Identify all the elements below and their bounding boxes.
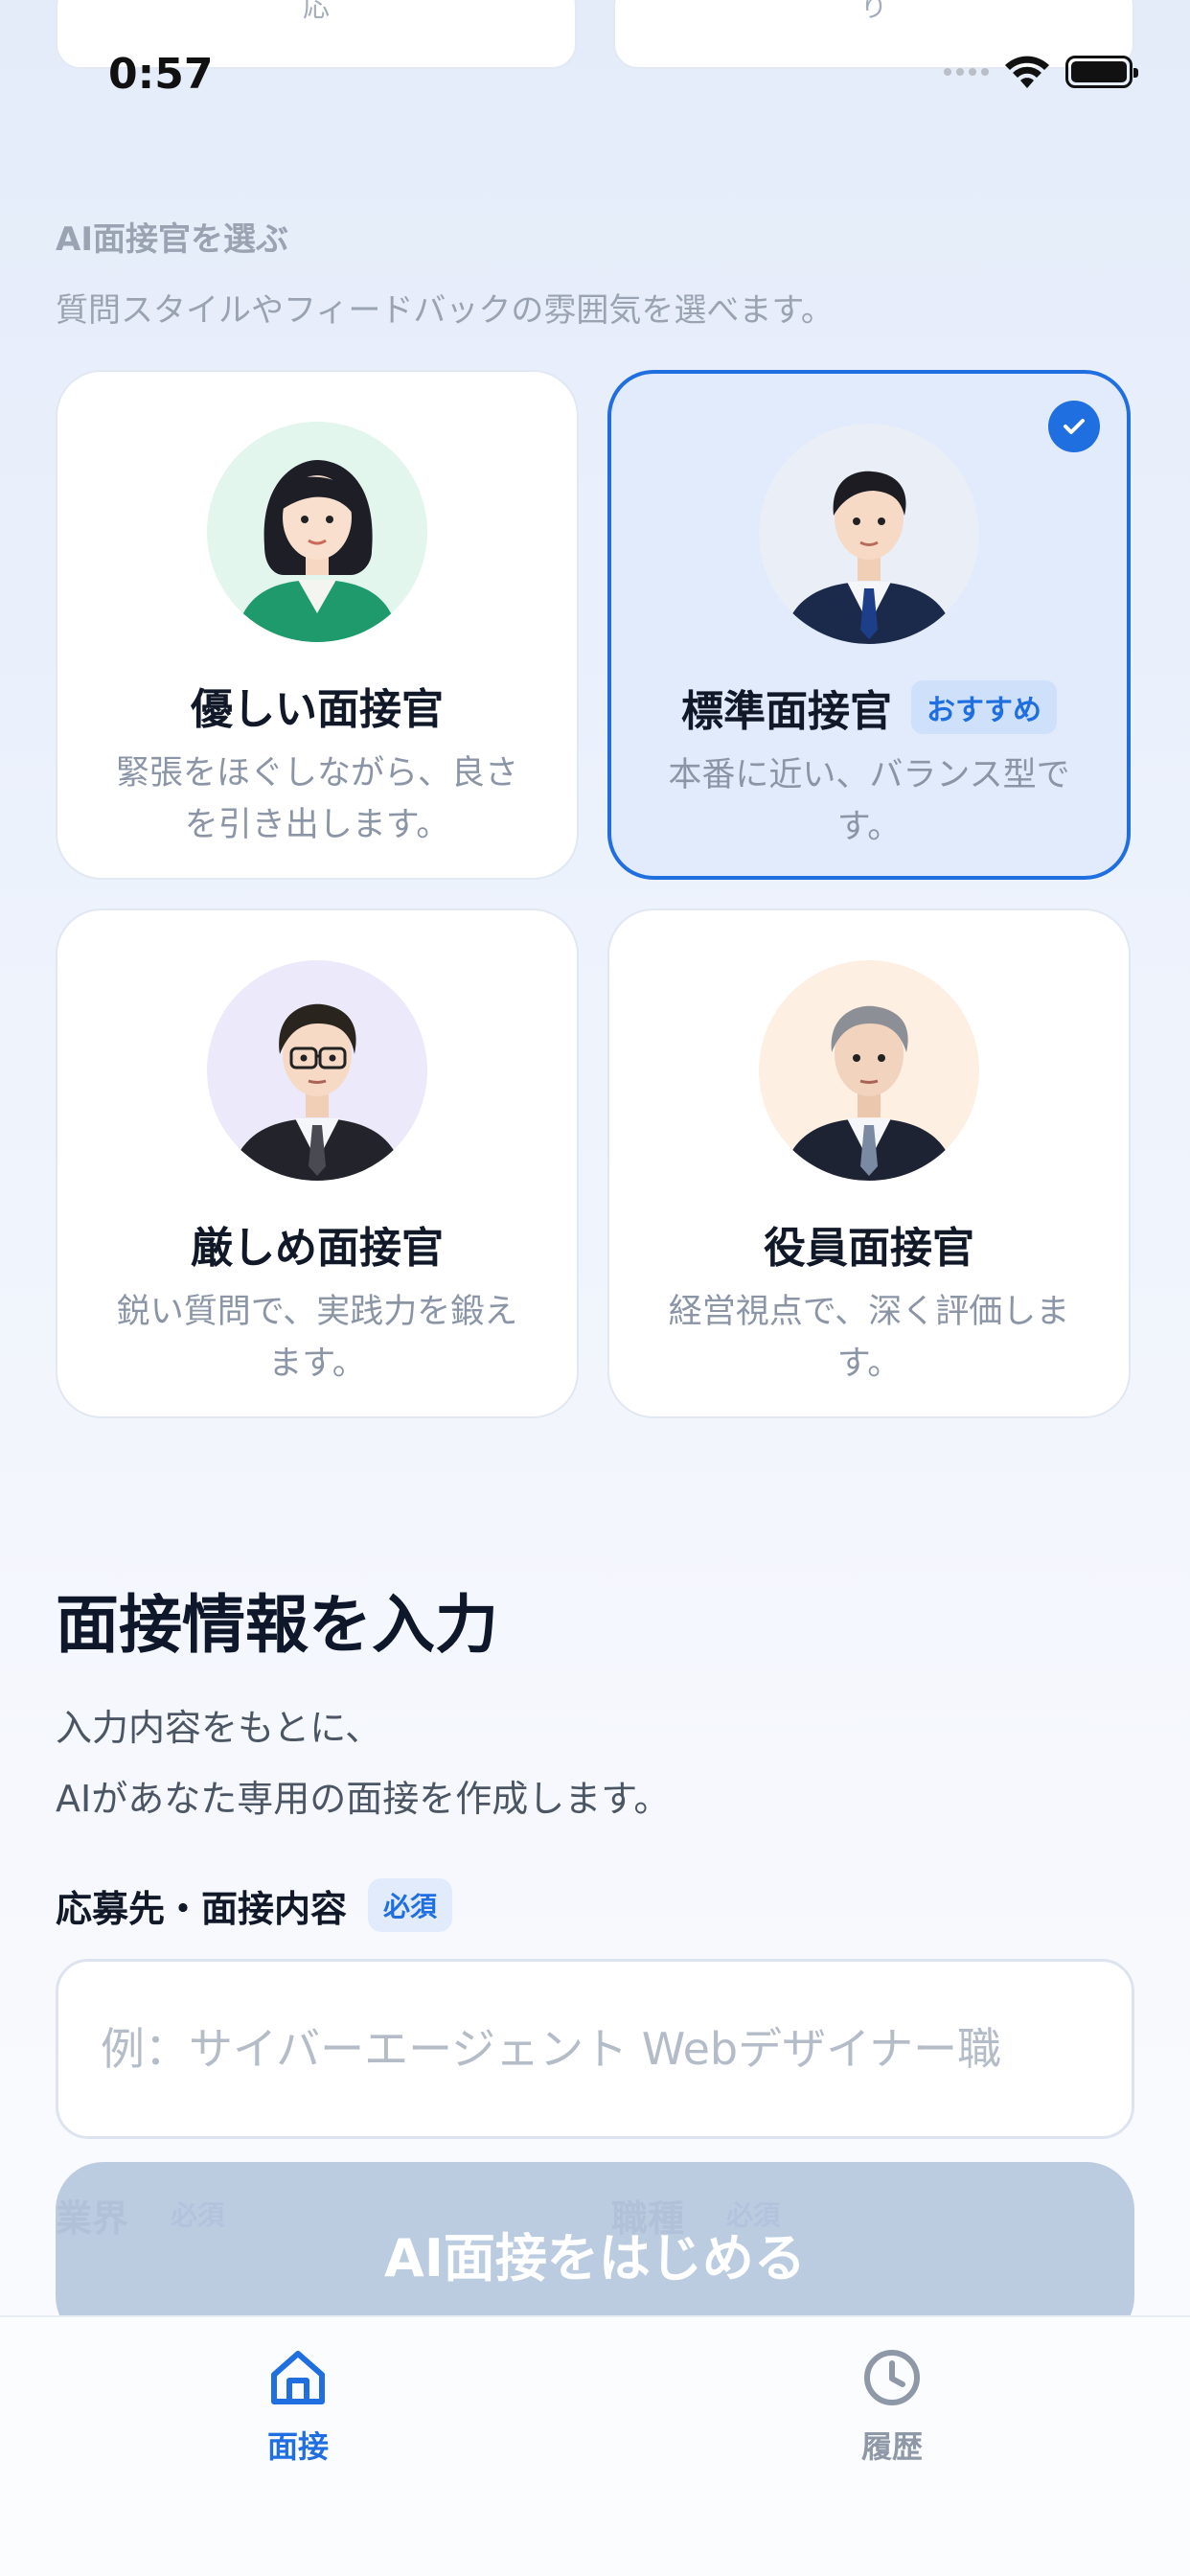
required-badge: 必須 [368, 1878, 453, 1932]
standard-man-avatar [759, 424, 979, 644]
selected-check-icon [1048, 401, 1100, 452]
executive-man-avatar [759, 960, 979, 1181]
interviewer-card-executive[interactable]: 役員面接官 経営視点で、深く評価します。 [607, 908, 1131, 1418]
interviewer-description: 鋭い質問で、実践力を鍛えます。 [116, 1293, 518, 1383]
interviewer-card-gentle[interactable]: 優しい面接官 緊張をほぐしながら、良さを引き出します。 [56, 370, 579, 880]
interviewer-description: 本番に近い、バランス型です。 [668, 756, 1070, 846]
clock-icon [864, 2350, 920, 2405]
status-icons [944, 54, 1138, 90]
status-bar: 0:57 [0, 0, 1190, 144]
home-icon [271, 2351, 325, 2404]
form-description-line2: AIがあなた専用の面接を作成します。 [56, 1778, 671, 1820]
battery-icon [1065, 56, 1138, 88]
tab-bar: 面接 履歴 [0, 2315, 1190, 2576]
cellular-signal-icon [944, 68, 989, 76]
friendly-woman-avatar [207, 422, 427, 642]
form-title: 面接情報を入力 [56, 1588, 498, 1662]
strict-man-glasses-avatar [207, 960, 427, 1181]
company-input[interactable] [101, 2023, 1132, 2075]
interviewer-section-label: AI面接官を選ぶ [56, 220, 288, 259]
tab-history-label: 履歴 [860, 2428, 923, 2465]
wifi-icon [1005, 56, 1049, 88]
form-description: 入力内容をもとに、 AIがあなた専用の面接を作成します。 [56, 1692, 670, 1834]
form-description-line1: 入力内容をもとに、 [56, 1707, 382, 1749]
interviewer-description: 緊張をほぐしながら、良さを引き出します。 [115, 754, 518, 844]
interviewer-section-subtitle: 質問スタイルやフィードバックの雰囲気を選べます。 [56, 291, 834, 330]
interviewer-card-standard[interactable]: 標準面接官 おすすめ 本番に近い、バランス型です。 [607, 370, 1131, 880]
status-time: 0:57 [108, 50, 214, 99]
company-field-label-row: 応募先・面接内容 必須 [56, 1878, 453, 1932]
tab-interview-label: 面接 [266, 2428, 329, 2465]
app-screen: 応 り 0:57 AI面接官を選ぶ 質問スタイルやフィードバックの雰囲気を選べま… [0, 0, 1190, 2576]
interviewer-name: 厳しめ面接官 [191, 1224, 444, 1273]
tab-interview[interactable]: 面接 [183, 2346, 413, 2467]
tab-history[interactable]: 履歴 [777, 2346, 1007, 2467]
interviewer-description: 経営視点で、深く評価します。 [668, 1293, 1070, 1383]
company-input-container[interactable] [56, 1959, 1134, 2139]
interviewer-card-strict[interactable]: 厳しめ面接官 鋭い質問で、実践力を鍛えます。 [56, 908, 579, 1418]
interviewer-name: 優しい面接官 [191, 685, 444, 734]
company-field-label: 応募先・面接内容 [56, 1887, 348, 1930]
interviewer-name: 役員面接官 [764, 1224, 974, 1273]
recommended-badge: おすすめ [911, 680, 1057, 734]
interviewer-name: 標準面接官 [681, 687, 892, 736]
